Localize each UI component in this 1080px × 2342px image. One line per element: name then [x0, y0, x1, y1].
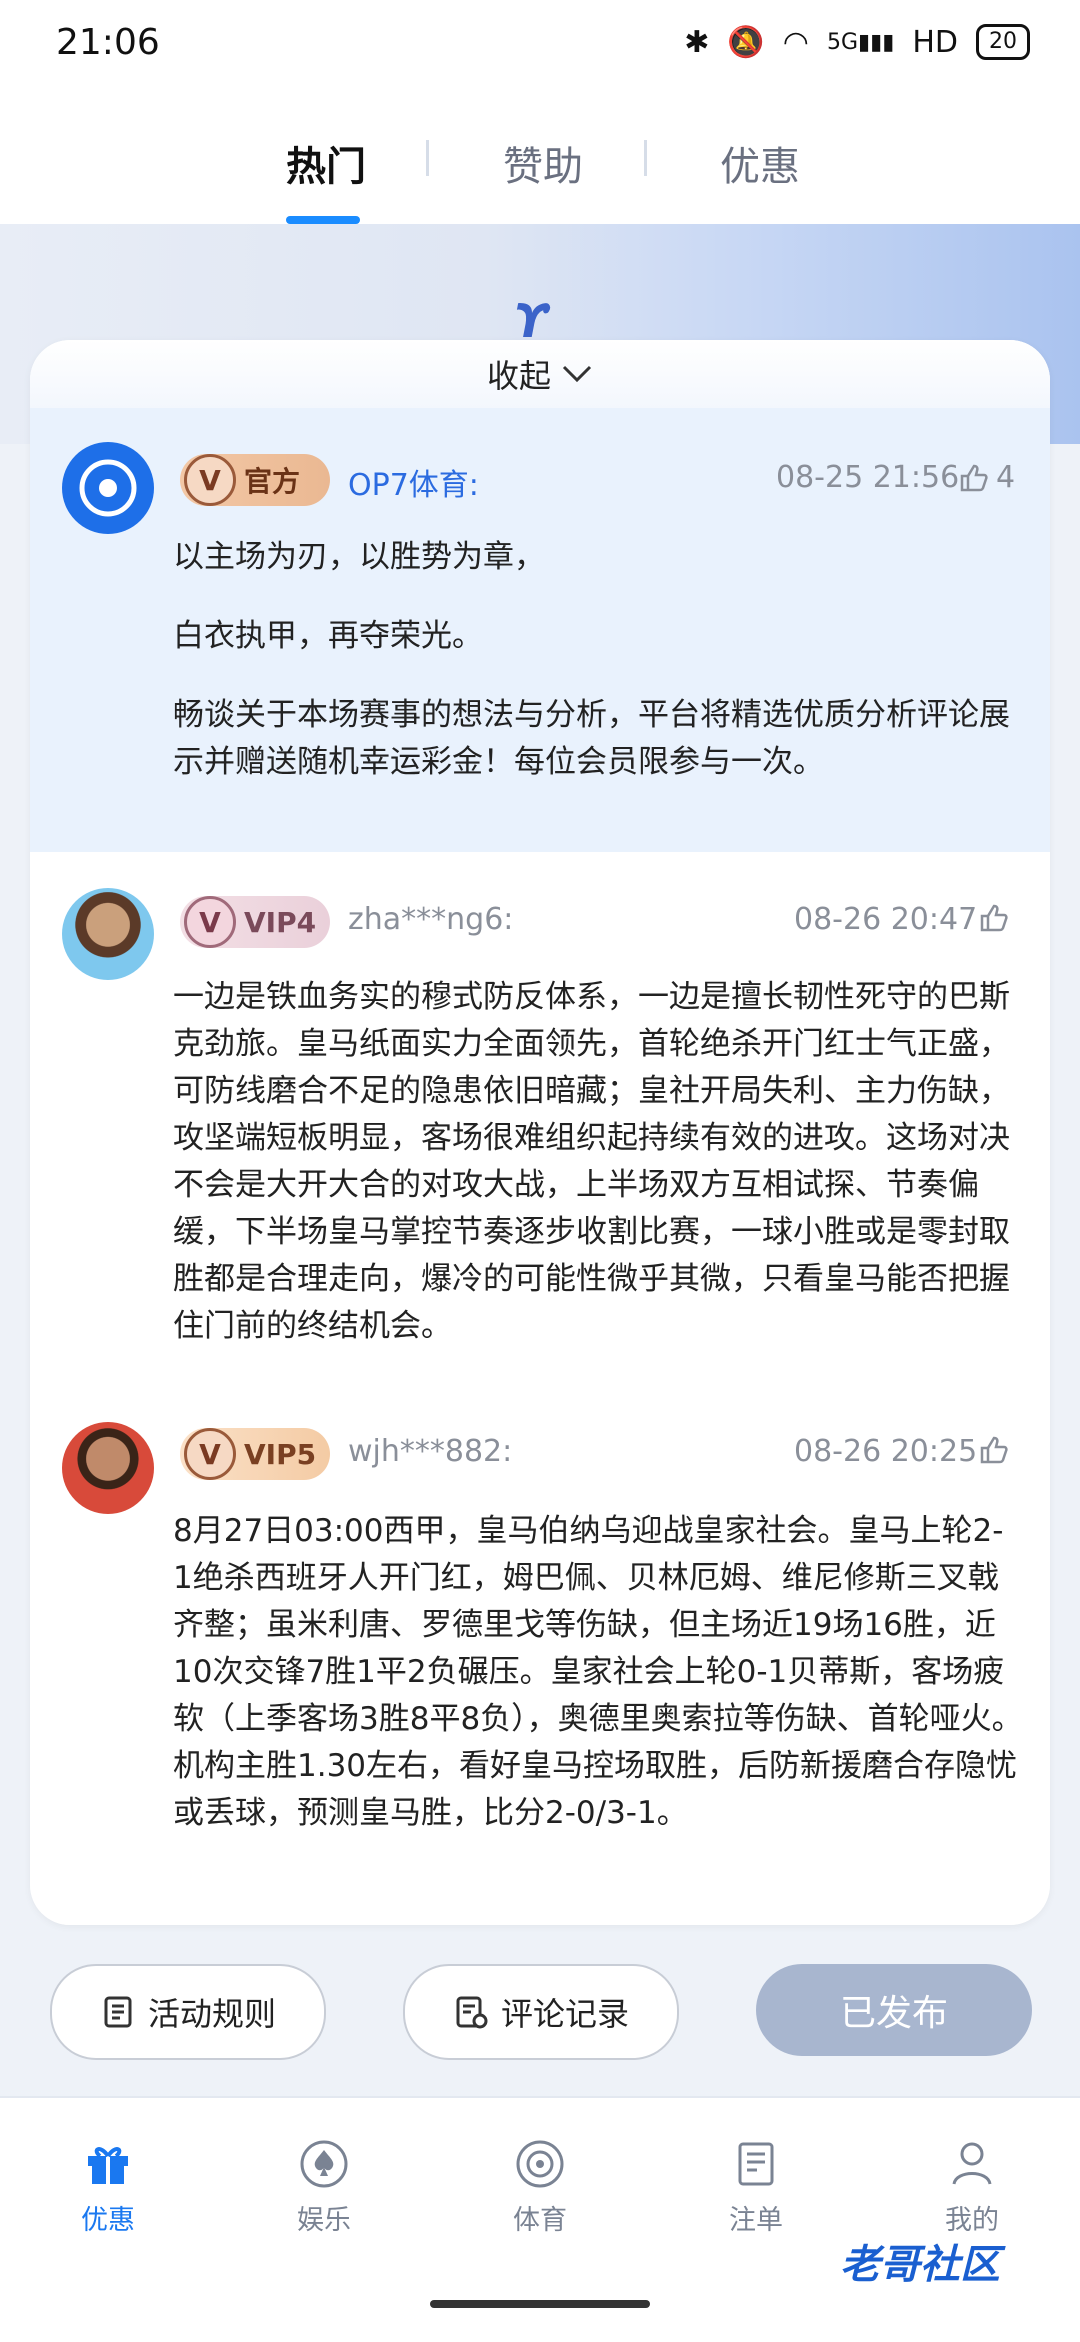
comment-time: 08-25 21:56 — [776, 460, 960, 495]
comment-time: 08-26 20:25 — [794, 1434, 978, 1469]
comment-paragraph: 畅谈关于本场赛事的想法与分析，平台将精选优质分析评论展示并赠送随机幸运彩金！每位… — [173, 697, 1010, 780]
collapse-button[interactable]: 收起 — [30, 340, 1050, 408]
nav-item-bets[interactable]: 注单 — [686, 2138, 826, 2237]
comments-panel: 收起 V 官方 OP7体育: 08-25 21:56 4 以主场为刃，以胜势为章… — [30, 340, 1050, 1925]
vip-badge: V VIP4 — [180, 896, 330, 948]
rules-label: 活动规则 — [147, 1995, 276, 2033]
spade-icon — [300, 2140, 348, 2188]
v-badge-icon: V — [184, 896, 236, 948]
thumbs-up-icon — [980, 1436, 1008, 1464]
nav-item-offers[interactable]: 优惠 — [38, 2138, 178, 2237]
home-indicator[interactable] — [430, 2300, 650, 2308]
comment-username: zha***ng6: — [348, 902, 514, 937]
thumbs-up-icon — [980, 904, 1008, 932]
badge-label: VIP4 — [244, 905, 317, 939]
top-tab-bar: 热门 赞助 优惠 — [0, 96, 1080, 224]
status-icons: ✱ 🔕 ◠ 5G▮▮▮ HD 20 — [684, 24, 1030, 60]
like-button[interactable] — [978, 902, 1010, 934]
document-icon — [738, 2142, 774, 2186]
nav-item-sports[interactable]: 体育 — [470, 2138, 610, 2237]
hd-label: HD — [912, 24, 958, 60]
tab-divider — [644, 140, 647, 176]
tab-divider — [426, 140, 429, 176]
avatar — [62, 1422, 154, 1514]
wifi-icon: ◠ — [782, 24, 809, 60]
rules-button[interactable]: 活动规则 — [50, 1964, 326, 2060]
watermark-logo: 老哥社区 — [840, 2242, 1000, 2288]
v-badge-icon: V — [184, 454, 236, 506]
history-document-icon — [456, 1996, 488, 2029]
chevron-down-icon — [562, 365, 592, 383]
avatar — [62, 888, 154, 980]
nav-label: 注单 — [729, 2205, 783, 2236]
nav-label: 娱乐 — [297, 2205, 351, 2236]
comment-body: 8月27日03:00西甲，皇马伯纳乌迎战皇家社会。皇马上轮2-1绝杀西班牙人开门… — [173, 1513, 1023, 1831]
tab-sponsor[interactable]: 赞助 — [503, 134, 583, 192]
publish-button[interactable]: 已发布 — [756, 1964, 1032, 2056]
thumbs-up-icon — [960, 464, 988, 491]
nav-label: 优惠 — [81, 2205, 135, 2236]
collapse-label: 收起 — [486, 357, 551, 395]
comment-paragraph: 白衣执甲，再夺荣光。 — [173, 618, 483, 654]
history-label: 评论记录 — [500, 1995, 629, 2033]
soccer-ball-icon — [516, 2140, 564, 2188]
comment-paragraph: 以主场为刃，以胜势为章， — [173, 539, 545, 575]
comment-history-button[interactable]: 评论记录 — [403, 1964, 679, 2060]
nav-item-profile[interactable]: 我的 — [902, 2138, 1042, 2237]
status-bar: 21:06 ✱ 🔕 ◠ 5G▮▮▮ HD 20 — [0, 0, 1080, 96]
battery-icon: 20 — [976, 24, 1030, 60]
vip-badge: V VIP5 — [180, 1428, 330, 1480]
comment-item: V VIP5 wjh***882: 08-26 20:25 8月27日03:00… — [30, 1252, 1050, 1831]
nav-label: 体育 — [513, 2205, 567, 2236]
comment-item-official: V 官方 OP7体育: 08-25 21:56 4 以主场为刃，以胜势为章， 白… — [30, 408, 1050, 852]
like-button[interactable]: 4 — [958, 460, 1015, 495]
person-icon — [952, 2142, 992, 2185]
nav-item-entertainment[interactable]: 娱乐 — [254, 2138, 394, 2237]
badge-label: VIP5 — [244, 1437, 317, 1471]
bluetooth-icon: ✱ — [684, 24, 710, 60]
publish-label: 已发布 — [839, 1993, 948, 2034]
comment-body: 以主场为刃，以胜势为章， 白衣执甲，再夺荣光。 畅谈关于本场赛事的想法与分析，平… — [173, 534, 1023, 818]
comment-username: OP7体育: — [348, 468, 479, 503]
tab-hot[interactable]: 热门 — [286, 134, 366, 192]
active-tab-indicator — [286, 216, 360, 224]
tab-offers[interactable]: 优惠 — [720, 134, 800, 192]
badge-label: 官方 — [244, 465, 301, 498]
avatar — [62, 442, 154, 534]
official-badge: V 官方 — [180, 454, 330, 506]
scroll-fade — [30, 1835, 1050, 1925]
status-time: 21:06 — [56, 22, 160, 63]
mute-icon: 🔕 — [727, 24, 765, 60]
like-button[interactable] — [978, 1434, 1010, 1466]
like-count: 4 — [996, 460, 1016, 495]
signal-icon: 5G▮▮▮ — [826, 29, 895, 55]
action-bar: 活动规则 评论记录 已发布 — [0, 1964, 1080, 2060]
comment-item: V VIP4 zha***ng6: 08-26 20:47 一边是铁血务实的穆式… — [30, 852, 1050, 1344]
comment-username: wjh***882: — [348, 1434, 513, 1469]
v-badge-icon: V — [184, 1428, 236, 1480]
soccer-ball-icon — [79, 459, 137, 517]
rules-document-icon — [104, 1996, 132, 2028]
comment-time: 08-26 20:47 — [794, 902, 978, 937]
gift-icon — [88, 2147, 128, 2184]
